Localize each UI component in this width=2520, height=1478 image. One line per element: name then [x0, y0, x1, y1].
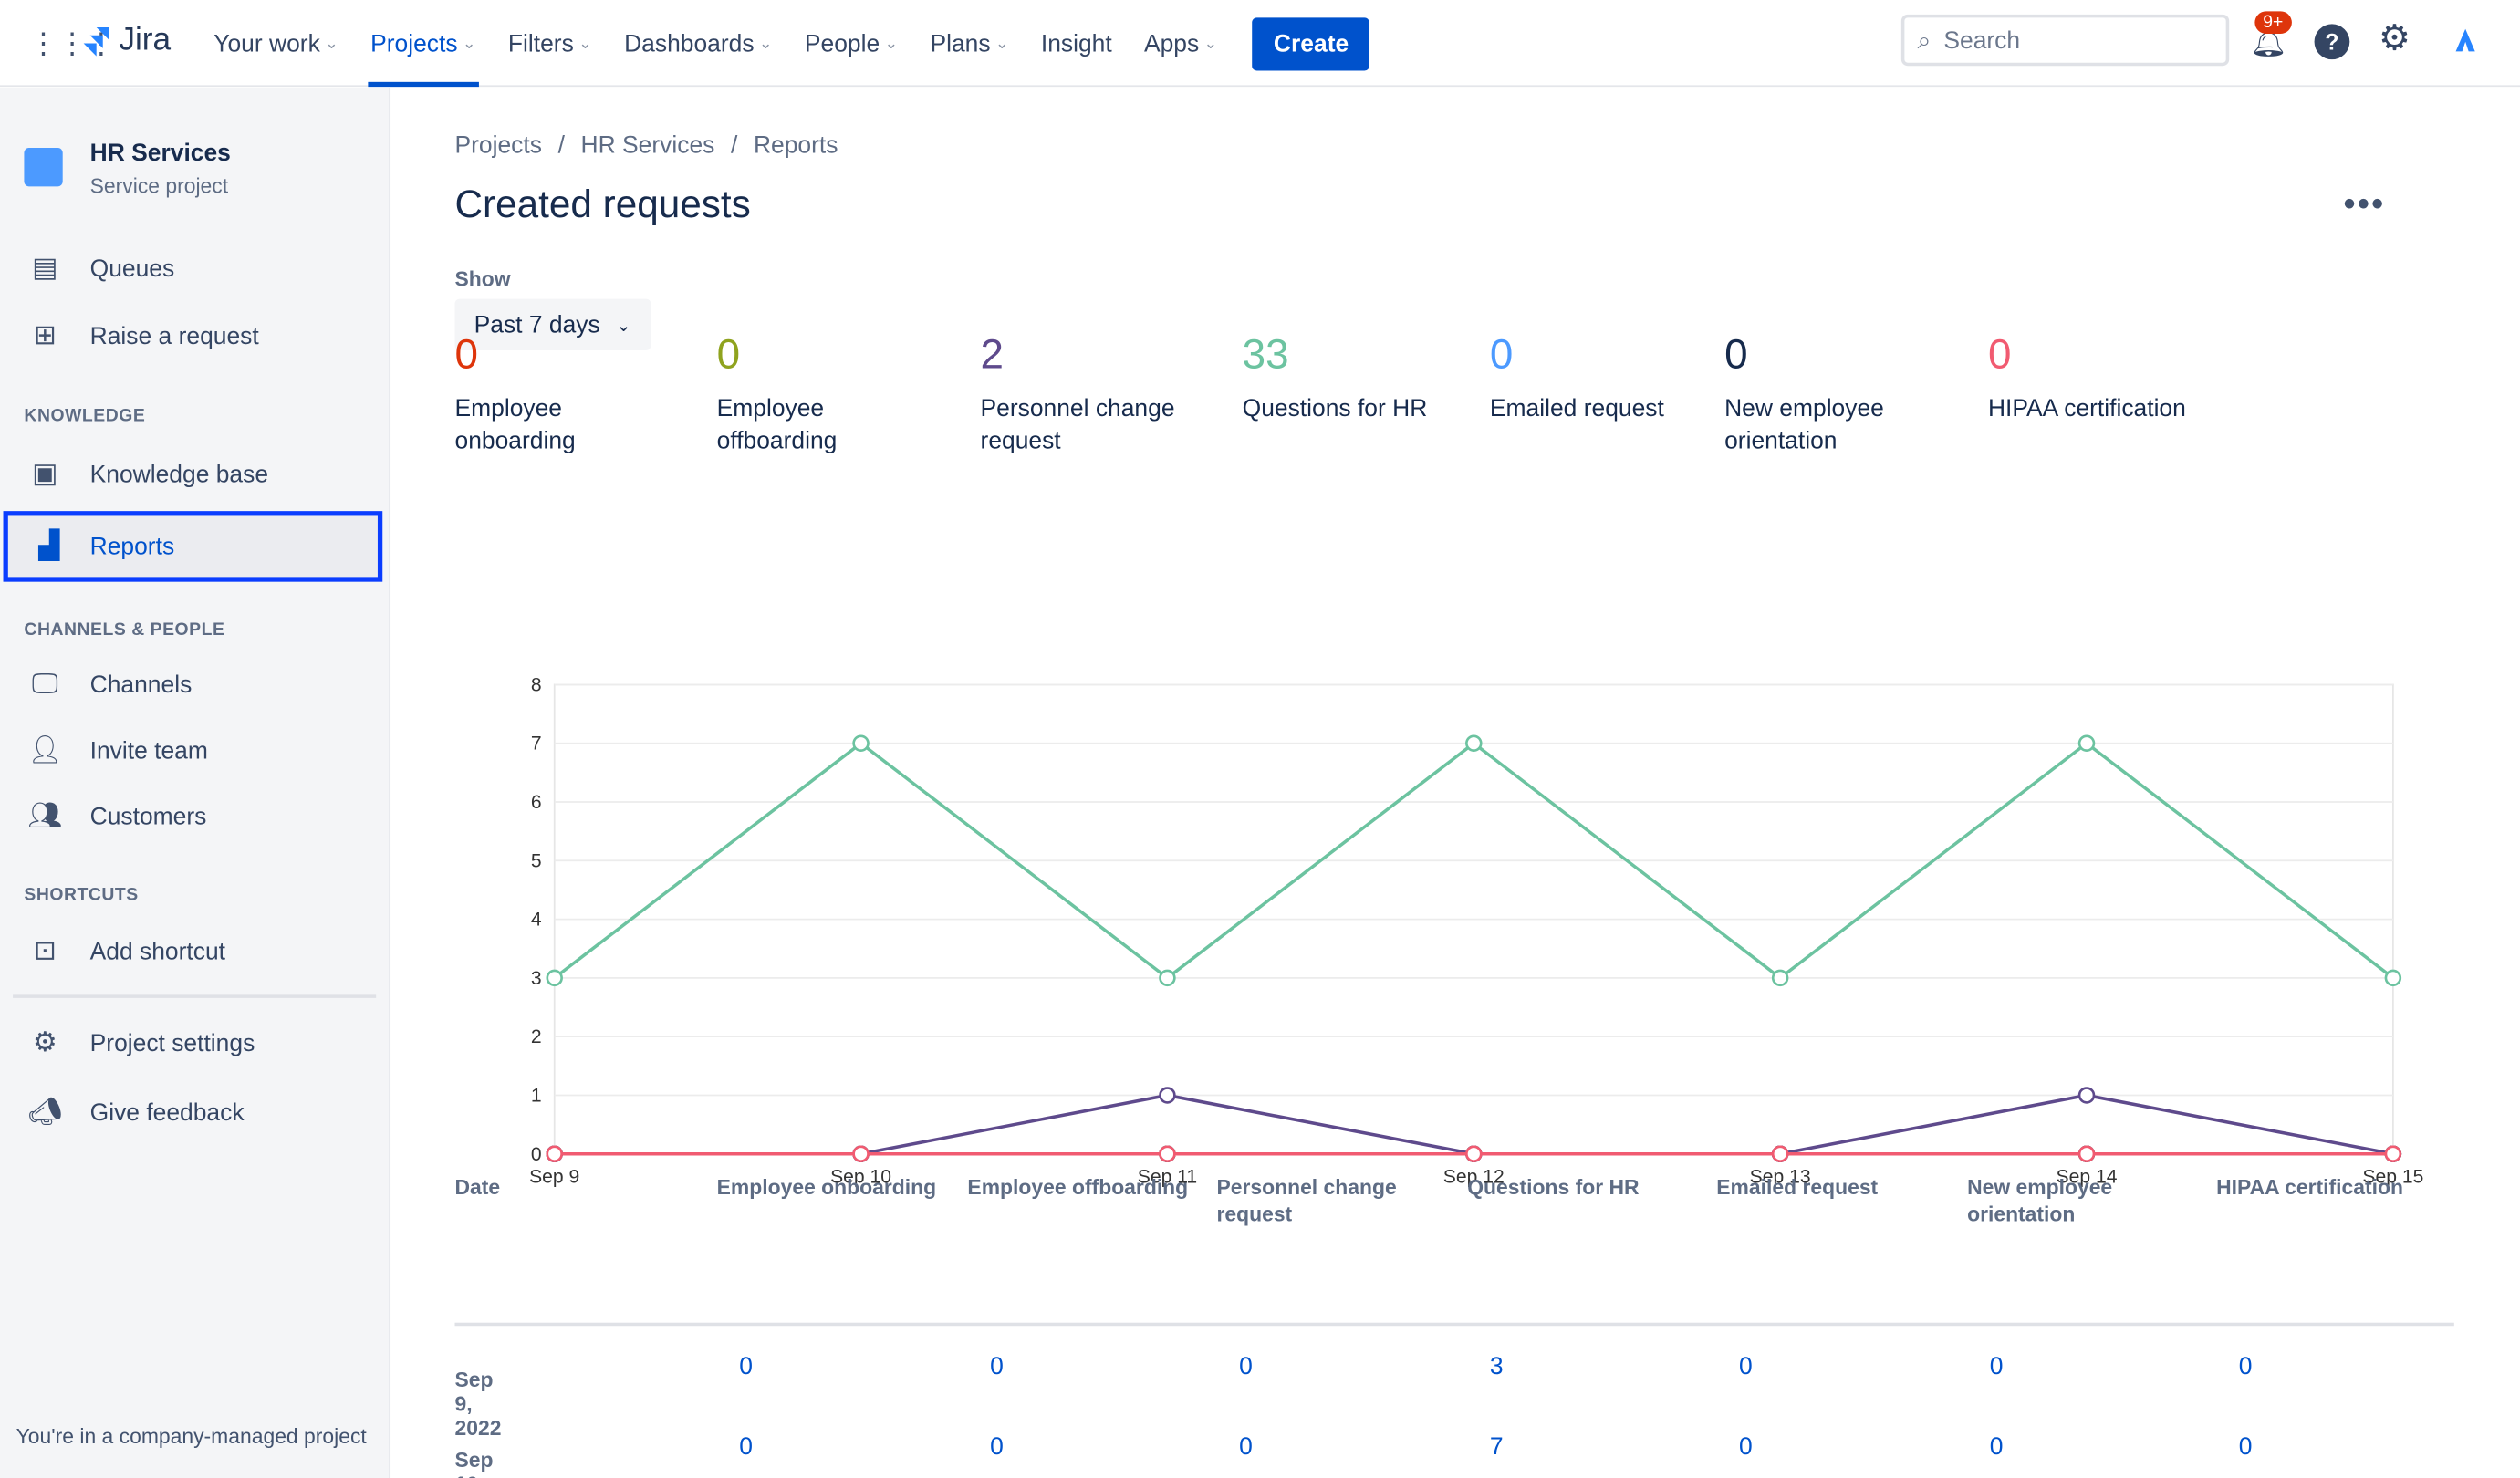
cell-count-link[interactable]: 0: [1739, 1353, 1753, 1380]
column-header[interactable]: Employee onboarding: [717, 1173, 942, 1201]
cell-count-link[interactable]: 0: [739, 1353, 753, 1380]
data-point[interactable]: [1159, 1145, 1176, 1163]
data-point[interactable]: [1465, 1145, 1483, 1163]
y-tick-label: 7: [531, 734, 542, 755]
column-header[interactable]: Date: [455, 1173, 696, 1201]
column-header[interactable]: Emailed request: [1716, 1173, 1925, 1201]
column-header[interactable]: Personnel change request: [1216, 1173, 1425, 1228]
data-point[interactable]: [1771, 969, 1789, 987]
y-tick-label: 5: [531, 850, 542, 871]
data-point[interactable]: [2384, 969, 2402, 987]
cell-count-link[interactable]: 0: [1990, 1353, 2004, 1380]
data-point[interactable]: [1159, 969, 1176, 987]
cell-count-link[interactable]: 0: [990, 1353, 1004, 1380]
data-point[interactable]: [2384, 1145, 2402, 1163]
project-type-note: You're in a company-managed project: [16, 1423, 367, 1449]
cell-count-link[interactable]: 7: [1490, 1433, 1504, 1461]
data-point[interactable]: [2077, 1145, 2096, 1163]
table-divider: [454, 1322, 2454, 1327]
column-header[interactable]: Questions for HR: [1467, 1173, 1676, 1201]
y-tick-label: 1: [531, 1086, 542, 1107]
y-tick-label: 2: [531, 1026, 542, 1047]
y-tick-label: 3: [531, 968, 542, 989]
data-point[interactable]: [852, 1145, 870, 1163]
column-header[interactable]: HIPAA certification: [2216, 1173, 2457, 1201]
data-point[interactable]: [1159, 1087, 1176, 1104]
data-point[interactable]: [852, 734, 870, 752]
cell-count-link[interactable]: 3: [1490, 1353, 1504, 1380]
y-tick-label: 0: [531, 1144, 542, 1165]
y-tick-label: 4: [531, 910, 542, 931]
cell-count-link[interactable]: 0: [990, 1433, 1004, 1461]
cell-count-link[interactable]: 0: [1990, 1433, 2004, 1461]
line-chart: 012345678Sep 9 Sep 10 Sep 11 Sep 12 Sep 13 Se…: [529, 674, 2423, 1187]
y-tick-label: 6: [531, 792, 542, 813]
cell-count-link[interactable]: 0: [2239, 1433, 2253, 1461]
cell-count-link[interactable]: 0: [1739, 1433, 1753, 1461]
row-date: Sep 10, 2022: [454, 1448, 494, 1478]
cell-count-link[interactable]: 0: [739, 1433, 753, 1461]
row-date: Sep 9, 2022: [454, 1368, 502, 1441]
data-point[interactable]: [2077, 1087, 2096, 1104]
column-header[interactable]: Employee offboarding: [967, 1173, 1192, 1201]
y-tick-label: 8: [531, 674, 542, 695]
data-point[interactable]: [1465, 734, 1483, 752]
cell-count-link[interactable]: 0: [1239, 1433, 1253, 1461]
data-point[interactable]: [2077, 734, 2096, 752]
data-point[interactable]: [546, 969, 563, 987]
data-point[interactable]: [546, 1145, 563, 1163]
data-point[interactable]: [1771, 1145, 1789, 1163]
series-line: [554, 1093, 2394, 1156]
column-header[interactable]: New employee orientation: [1967, 1173, 2160, 1228]
cell-count-link[interactable]: 0: [2239, 1353, 2253, 1380]
cell-count-link[interactable]: 0: [1239, 1353, 1253, 1380]
